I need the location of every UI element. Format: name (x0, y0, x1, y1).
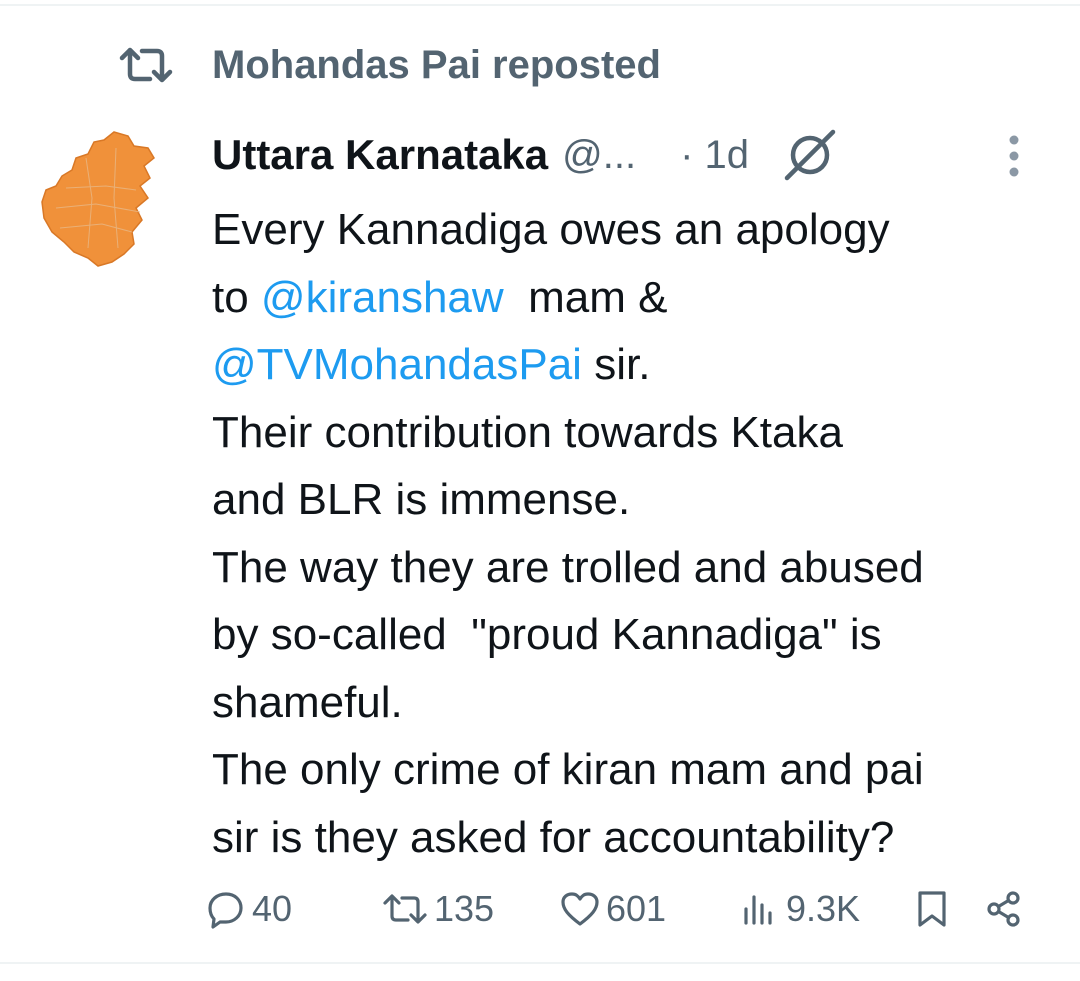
reply-icon (206, 889, 246, 929)
author-name[interactable]: Uttara Karnataka (212, 131, 548, 179)
views-button[interactable]: 9.3K (740, 884, 860, 934)
reply-button[interactable]: 40 (206, 884, 292, 934)
repost-icon (382, 893, 428, 925)
avatar[interactable] (36, 128, 164, 270)
reply-count: 40 (252, 888, 293, 929)
like-count: 601 (606, 888, 667, 929)
share-button[interactable] (984, 884, 1024, 934)
bookmark-button[interactable] (914, 884, 950, 934)
views-count: 9.3K (786, 888, 861, 929)
tweet-line: The only crime of kiran mam and pai (212, 745, 924, 794)
tweet-line: Their contribution towards Ktaka (212, 407, 843, 457)
tweet-line: by so-called "proud Kannadiga" is (212, 610, 882, 659)
bottom-divider (0, 962, 1080, 964)
grok-icon[interactable] (779, 124, 841, 186)
action-bar: 40 135 601 9.3K (206, 884, 1046, 934)
repost-count: 135 (434, 888, 495, 929)
tweet-line: sir is they asked for accountability? (212, 812, 895, 862)
more-options-icon[interactable] (1002, 132, 1026, 180)
heart-icon (560, 891, 600, 927)
repost-icon (118, 45, 176, 85)
repost-label: Mohandas Pai reposted (212, 42, 661, 87)
tweet-text: Every Kannadiga owes an apology to @kira… (212, 196, 1052, 871)
like-button[interactable]: 601 (560, 884, 666, 934)
tweet-timestamp[interactable]: · 1d (680, 133, 749, 178)
repost-indicator[interactable]: Mohandas Pai reposted (118, 40, 661, 90)
tweet-line: The way they are trolled and abused (212, 542, 924, 592)
top-divider (0, 4, 1080, 6)
tweet-line: shameful. (212, 677, 403, 727)
views-chart-icon (740, 891, 780, 927)
repost-button[interactable]: 135 (382, 884, 494, 934)
tweet-line: Every Kannadiga owes an apology (212, 205, 890, 254)
author-handle[interactable]: @... (562, 133, 636, 178)
tweet-line: to @kiranshaw mam & (212, 272, 668, 322)
tweet-line: @TVMohandasPai sir. (212, 340, 651, 389)
bookmark-icon (914, 889, 950, 929)
mention-tvmohandaspai[interactable]: @TVMohandasPai (212, 340, 582, 389)
tweet-line: and BLR is immense. (212, 475, 631, 524)
mention-kiranshaw[interactable]: @kiranshaw (261, 273, 504, 322)
tweet-header: Uttara Karnataka @... · 1d (212, 128, 1052, 182)
share-icon (984, 889, 1024, 929)
